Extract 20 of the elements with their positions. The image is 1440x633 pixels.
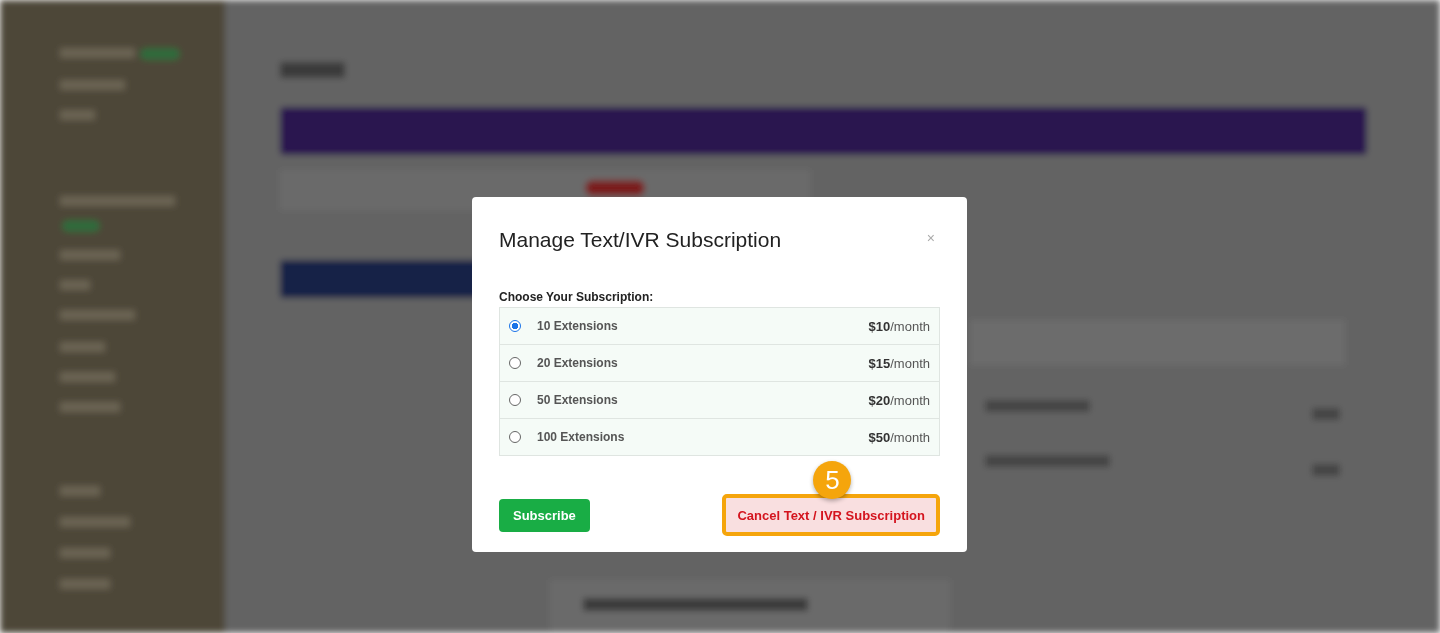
radio-button[interactable] bbox=[509, 320, 521, 332]
subscription-label: Choose Your Subscription: bbox=[499, 290, 655, 304]
radio-button[interactable] bbox=[509, 431, 521, 443]
step-badge: 5 bbox=[813, 461, 852, 499]
option-price: $20/month bbox=[868, 392, 930, 408]
modal-title: Manage Text/IVR Subscription bbox=[499, 228, 782, 252]
subscription-option[interactable]: 50 Extensions $20/month bbox=[500, 381, 939, 418]
option-label: 20 Extensions bbox=[537, 356, 619, 370]
option-price: $50/month bbox=[868, 429, 930, 445]
radio-button[interactable] bbox=[509, 394, 521, 406]
option-price: $15/month bbox=[868, 355, 930, 371]
radio-button[interactable] bbox=[509, 357, 521, 369]
option-label: 50 Extensions bbox=[537, 393, 619, 407]
subscription-option[interactable]: 20 Extensions $15/month bbox=[500, 344, 939, 381]
option-price: $10/month bbox=[868, 318, 930, 334]
cancel-subscription-button[interactable]: Cancel Text / IVR Subscription bbox=[722, 494, 940, 536]
option-label: 10 Extensions bbox=[537, 319, 619, 333]
subscription-option[interactable]: 100 Extensions $50/month bbox=[500, 418, 939, 455]
subscription-option[interactable]: 10 Extensions $10/month bbox=[500, 308, 939, 344]
option-label: 100 Extensions bbox=[537, 430, 626, 444]
